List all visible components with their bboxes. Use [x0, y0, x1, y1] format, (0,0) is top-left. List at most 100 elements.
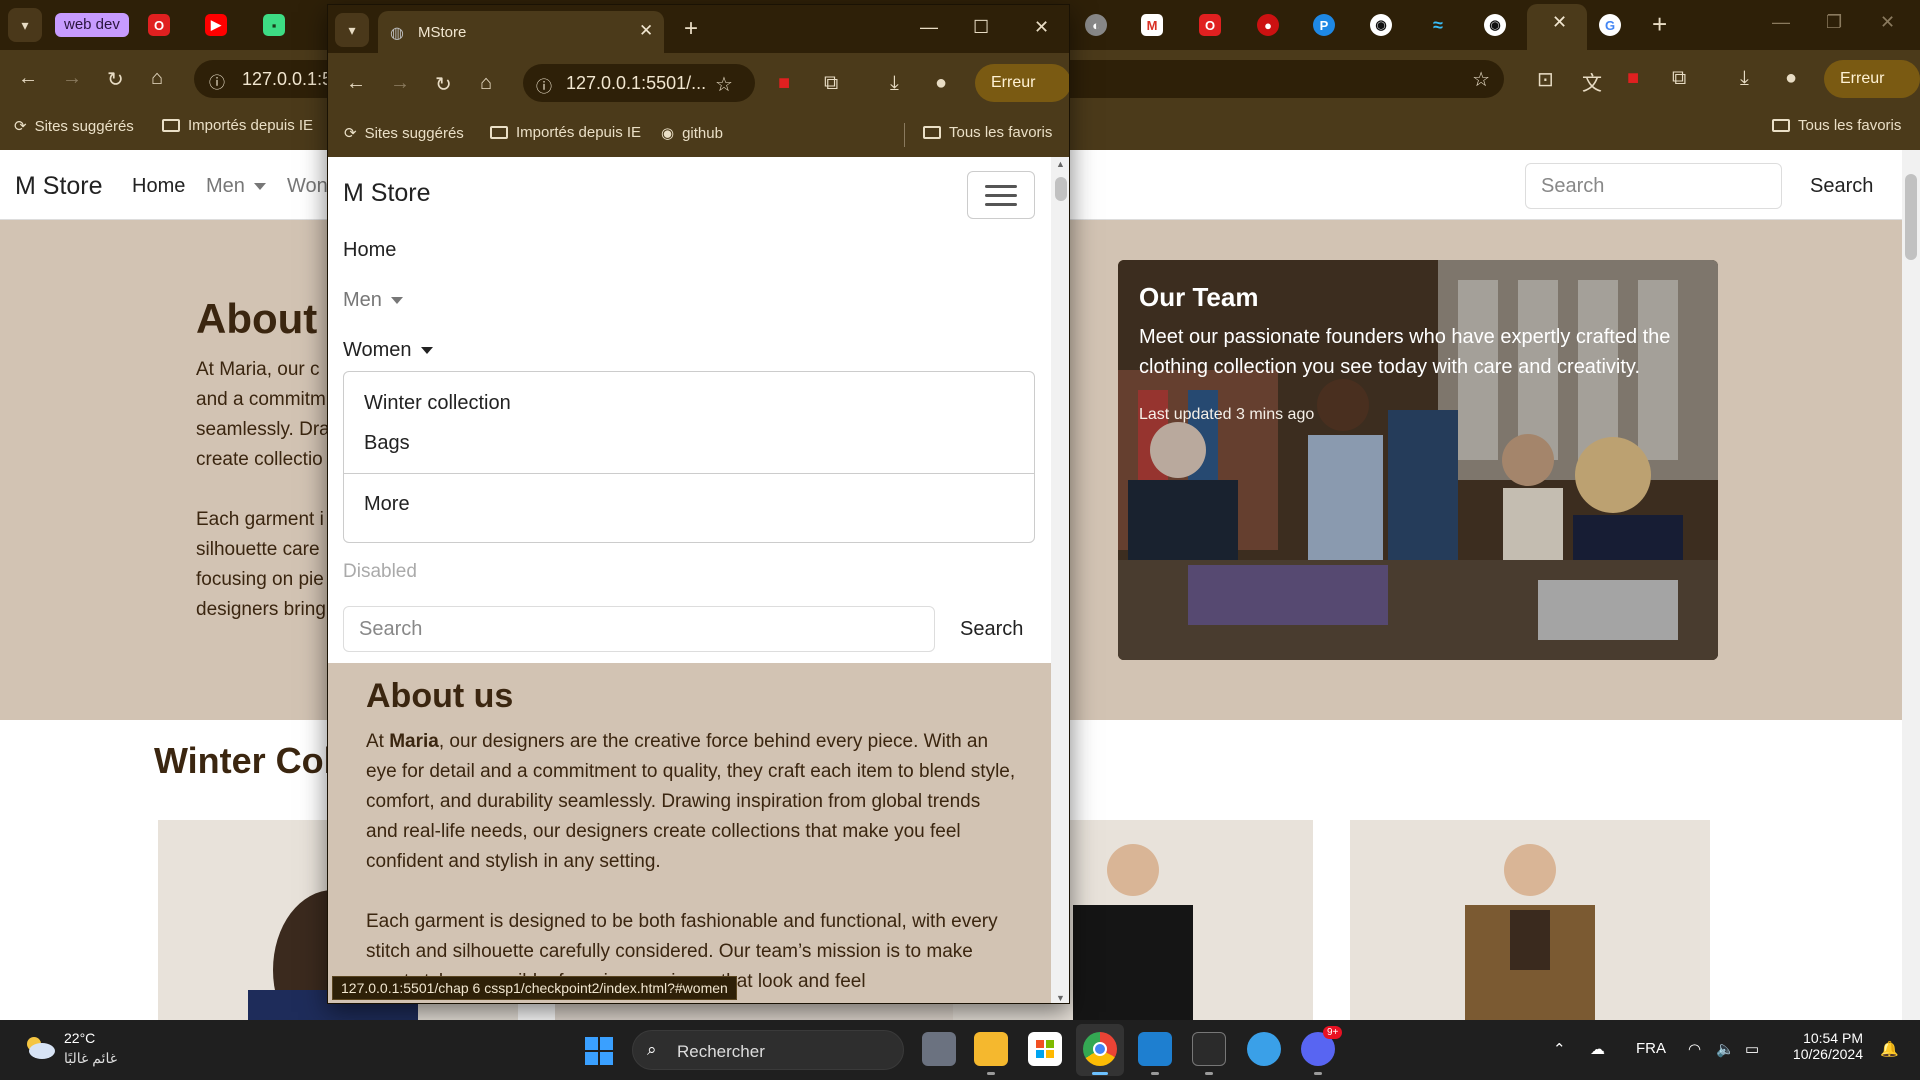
restore-icon[interactable]: ❐ [1826, 12, 1842, 33]
page-scrollbar[interactable]: ▲ ▼ [1051, 157, 1069, 1003]
profile-avatar[interactable]: ● [1785, 67, 1797, 90]
tab-search-button[interactable]: ▾ [335, 13, 369, 47]
profile-avatar[interactable]: ● [935, 72, 947, 95]
forward-icon[interactable]: → [62, 67, 82, 90]
new-tab-icon[interactable]: + [684, 15, 698, 43]
nav-home[interactable]: Home [343, 239, 396, 262]
android-tab-icon[interactable]: ▪ [263, 14, 285, 36]
battery-icon[interactable]: ▭ [1745, 1040, 1759, 1058]
back-icon[interactable]: ← [346, 72, 366, 95]
bookmark-imported-ie[interactable]: Importés depuis IE [490, 124, 641, 141]
onedrive-icon[interactable]: ☁ [1590, 1040, 1605, 1058]
home-icon[interactable]: ⌂ [151, 67, 163, 90]
new-tab-icon[interactable]: + [1652, 9, 1667, 40]
youtube-tab-icon[interactable]: ▶ [205, 14, 227, 36]
bookmark-imported-ie[interactable]: Importés depuis IE [162, 117, 313, 134]
redhat-tab-icon[interactable]: ● [1257, 14, 1279, 36]
profile-error-chip[interactable]: Erreur ⋮ [1824, 60, 1920, 125]
nav-men[interactable]: Men [206, 175, 266, 198]
close-window-icon[interactable]: ✕ [1880, 12, 1895, 33]
chrome-icon[interactable] [1083, 1032, 1117, 1066]
back-icon[interactable]: ← [18, 67, 38, 90]
terminal-icon[interactable] [1192, 1032, 1226, 1066]
dropdown-item-bags[interactable]: Bags [364, 432, 410, 455]
browser-app-icon[interactable] [1247, 1032, 1281, 1066]
bookmark-github[interactable]: ◉ github [661, 124, 723, 143]
search-button[interactable]: Search [1810, 175, 1873, 198]
bookmark-suggested[interactable]: ⟳ Sites suggérés [14, 117, 134, 136]
bookmark-star-icon[interactable]: ☆ [715, 72, 733, 97]
taskbar-search[interactable]: ⌕ Rechercher [632, 1030, 904, 1070]
translate-icon[interactable]: 文 [1582, 67, 1602, 96]
extension-red-icon[interactable]: ■ [1627, 67, 1639, 90]
tailwind-tab-icon[interactable]: ≈ [1427, 14, 1449, 36]
minimize-icon[interactable]: — [1772, 12, 1790, 33]
page-scrollbar[interactable] [1902, 150, 1920, 1020]
nav-women[interactable]: Won [287, 175, 328, 198]
task-view-icon[interactable] [922, 1032, 956, 1066]
github-tab-icon-2[interactable]: ◉ [1484, 14, 1506, 36]
nav-men[interactable]: Men [343, 289, 403, 312]
extensions-icon[interactable]: ⧉ [824, 72, 838, 95]
search-input[interactable]: Search [343, 606, 935, 652]
bookmark-suggested[interactable]: ⟳ Sites suggérés [344, 124, 464, 143]
all-bookmarks[interactable]: Tous les favoris [923, 124, 1052, 141]
microsoft-store-icon[interactable] [1028, 1032, 1062, 1066]
scrollbar-thumb[interactable] [1055, 177, 1067, 201]
volume-icon[interactable]: 🔈 [1716, 1040, 1735, 1058]
scrollbar-thumb[interactable] [1905, 174, 1917, 260]
reload-icon[interactable]: ↻ [107, 67, 124, 92]
github-tab-icon[interactable]: ◉ [1370, 14, 1392, 36]
download-icon[interactable]: ⤓ [890, 72, 899, 95]
gmail-tab-icon[interactable]: M [1141, 14, 1163, 36]
site-brand[interactable]: M Store [343, 179, 431, 208]
close-window-icon[interactable]: ✕ [1034, 17, 1049, 38]
system-clock[interactable]: 10:54 PM 10/26/2024 [1773, 1030, 1863, 1062]
all-bookmarks[interactable]: Tous les favoris [1772, 117, 1901, 134]
minimize-icon[interactable]: — [920, 17, 938, 38]
scroll-up-icon[interactable]: ▲ [1056, 159, 1065, 169]
extensions-icon[interactable]: ⧉ [1672, 67, 1686, 90]
scroll-down-icon[interactable]: ▼ [1056, 993, 1065, 1003]
mstore-tab[interactable]: ◍ MStore ✕ [378, 11, 664, 53]
start-button[interactable] [585, 1037, 613, 1065]
bookmark-star-icon[interactable]: ☆ [1472, 67, 1490, 92]
language-indicator[interactable]: FRA [1636, 1040, 1666, 1057]
product-card[interactable] [1350, 820, 1710, 1020]
search-input[interactable]: Search [1525, 163, 1782, 209]
nav-home[interactable]: Home [132, 175, 185, 198]
web-tab-icon[interactable]: ◐ [1085, 14, 1107, 36]
profile-error-chip[interactable]: Erreur ⋮ [975, 64, 1069, 129]
tab-group-chip[interactable]: web dev [55, 13, 129, 37]
lens-icon[interactable]: ⊡ [1537, 67, 1554, 92]
tab-search-button[interactable]: ▾ [8, 8, 42, 42]
extension-red-icon[interactable]: ■ [778, 72, 790, 95]
nav-women[interactable]: Women [343, 339, 433, 362]
notifications-icon[interactable]: 🔔 [1880, 1040, 1899, 1058]
show-hidden-icons[interactable]: ⌃ [1553, 1040, 1566, 1058]
navbar-toggler-button[interactable] [967, 171, 1035, 219]
site-brand[interactable]: M Store [15, 172, 103, 201]
close-tab-icon[interactable]: ✕ [639, 21, 653, 41]
vscode-icon[interactable] [1138, 1032, 1172, 1066]
file-explorer-icon[interactable] [974, 1032, 1008, 1066]
weather-cloud-icon[interactable] [22, 1034, 56, 1060]
site-info-icon[interactable]: ⓘ [536, 73, 552, 97]
reload-icon[interactable]: ↻ [435, 72, 452, 97]
dropdown-item-more[interactable]: More [364, 493, 410, 516]
dropdown-item-winter-collection[interactable]: Winter collection [364, 392, 511, 415]
forward-icon[interactable]: → [390, 72, 410, 95]
opera-tab-icon-2[interactable]: O [1199, 14, 1221, 36]
discord-icon[interactable]: 9+ [1301, 1026, 1343, 1066]
search-button[interactable]: Search [960, 618, 1023, 641]
weather-description[interactable]: غائم غالبًا [64, 1050, 117, 1067]
home-icon[interactable]: ⌂ [480, 72, 492, 95]
site-info-icon[interactable]: ⓘ [209, 69, 225, 93]
close-tab-icon[interactable]: ✕ [1552, 12, 1567, 33]
google-tab-icon[interactable]: G [1599, 14, 1621, 36]
maximize-icon[interactable]: ☐ [973, 17, 989, 38]
opera-tab-icon[interactable]: O [148, 14, 170, 36]
weather-temperature[interactable]: 22°C [64, 1030, 95, 1046]
wifi-icon[interactable]: ◠ [1688, 1040, 1701, 1058]
pscore-tab-icon[interactable]: P [1313, 14, 1335, 36]
